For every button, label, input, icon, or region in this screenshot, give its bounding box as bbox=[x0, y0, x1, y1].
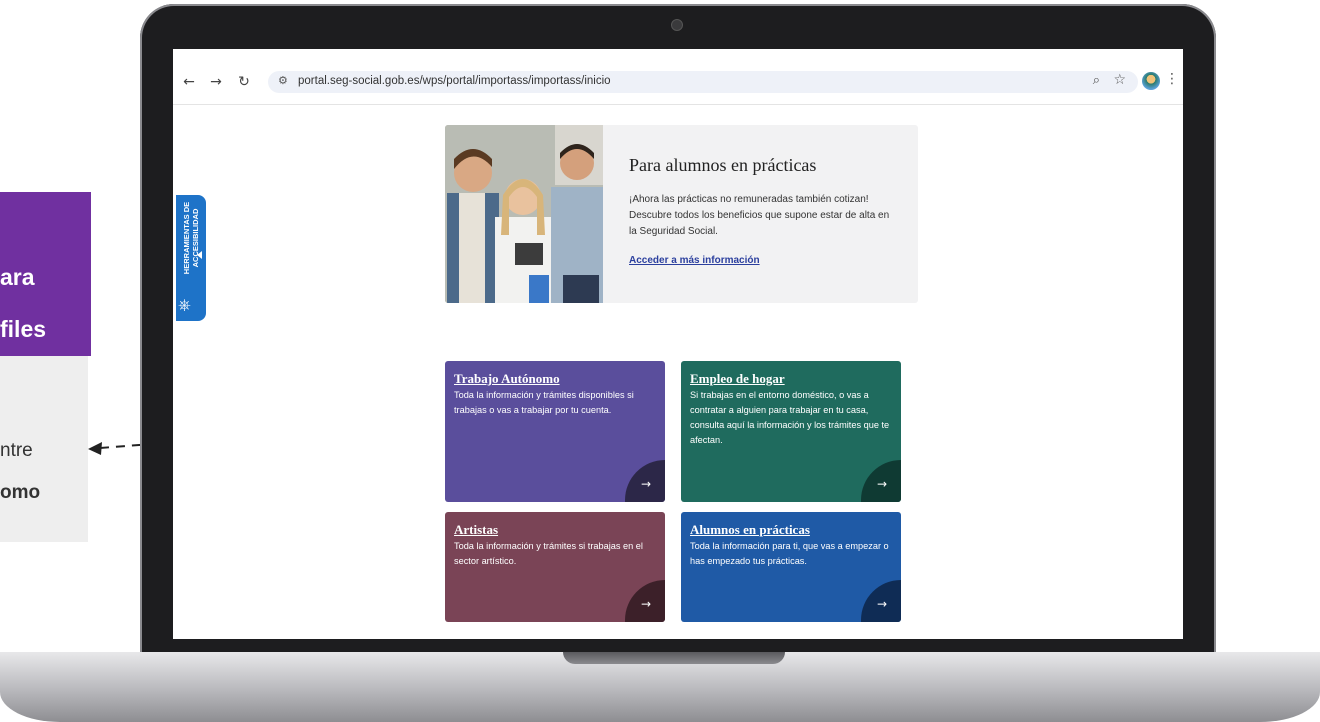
tile-description: Si trabajas en el entorno doméstico, o v… bbox=[690, 390, 890, 445]
arrow-right-icon[interactable]: → bbox=[877, 477, 887, 491]
tile-title[interactable]: Trabajo Autónomo bbox=[454, 371, 560, 387]
accessibility-tab-label: HERRAMIENTAS DE ACCESIBILIDAD bbox=[182, 201, 200, 275]
kebab-menu-icon[interactable]: ⋮ bbox=[1165, 71, 1179, 87]
tile-description: Toda la información y trámites disponibl… bbox=[454, 390, 634, 415]
accessibility-tab[interactable]: HERRAMIENTAS DE ACCESIBILIDAD ⎈ bbox=[176, 195, 206, 321]
browser-toolbar: ← → ↻ ⚙ portal.seg-social.gob.es/wps/por… bbox=[173, 49, 1183, 105]
tile-title[interactable]: Empleo de hogar bbox=[690, 371, 785, 387]
browser-screen: ← → ↻ ⚙ portal.seg-social.gob.es/wps/por… bbox=[173, 49, 1183, 639]
students-photo-illustration bbox=[445, 125, 603, 303]
slide-grey-text-2: omo bbox=[0, 482, 41, 503]
tile-title[interactable]: Artistas bbox=[454, 522, 498, 538]
slide-grey-text-1: ntre bbox=[0, 440, 33, 461]
slide-purple-text-1: ara bbox=[0, 264, 35, 290]
arrow-right-icon[interactable]: → bbox=[641, 597, 651, 611]
accessibility-wheel-icon: ⎈ bbox=[178, 295, 191, 314]
tile-artistas[interactable]: Artistas Toda la información y trámites … bbox=[445, 512, 665, 622]
hero-description: ¡Ahora las prácticas no remuneradas tamb… bbox=[629, 194, 890, 237]
slide-grey-panel: ntre omo bbox=[0, 356, 88, 542]
camera-icon bbox=[671, 19, 683, 31]
tile-trabajo-autonomo[interactable]: Trabajo Autónomo Toda la información y t… bbox=[445, 361, 665, 502]
slide-purple-text-2: files bbox=[0, 316, 47, 342]
arrow-right-icon[interactable]: → bbox=[641, 477, 651, 491]
laptop-notch bbox=[563, 652, 785, 664]
hero-card: Para alumnos en prácticas ¡Ahora las prá… bbox=[445, 125, 918, 303]
star-icon[interactable]: ☆ bbox=[1113, 72, 1126, 88]
arrow-right-icon[interactable]: → bbox=[877, 597, 887, 611]
slide-purple-panel: ara files bbox=[0, 192, 91, 356]
tile-description: Toda la información para ti, que vas a e… bbox=[690, 541, 889, 566]
toolbar-divider bbox=[173, 104, 1183, 105]
hero-title: Para alumnos en prácticas bbox=[629, 155, 817, 175]
zoom-icon[interactable]: ⌕ bbox=[1093, 73, 1100, 88]
students-photo bbox=[445, 125, 603, 303]
tile-description: Toda la información y trámites si trabaj… bbox=[454, 541, 643, 566]
more-info-link[interactable]: Acceder a más información bbox=[629, 255, 760, 266]
tile-alumnos-en-practicas[interactable]: Alumnos en prácticas Toda la información… bbox=[681, 512, 901, 622]
reload-icon[interactable]: ↻ bbox=[235, 73, 253, 91]
site-settings-icon[interactable]: ⚙ bbox=[278, 74, 288, 87]
tile-empleo-de-hogar[interactable]: Empleo de hogar Si trabajas en el entorn… bbox=[681, 361, 901, 502]
arrow-right-icon[interactable]: → bbox=[207, 73, 225, 91]
url-text[interactable]: portal.seg-social.gob.es/wps/portal/impo… bbox=[298, 75, 611, 87]
profile-avatar[interactable] bbox=[1142, 72, 1160, 90]
arrow-left-icon[interactable]: ← bbox=[180, 73, 198, 91]
caret-left-icon bbox=[197, 251, 202, 259]
tile-title[interactable]: Alumnos en prácticas bbox=[690, 522, 810, 538]
address-bar[interactable]: ⚙ portal.seg-social.gob.es/wps/portal/im… bbox=[268, 71, 1138, 93]
